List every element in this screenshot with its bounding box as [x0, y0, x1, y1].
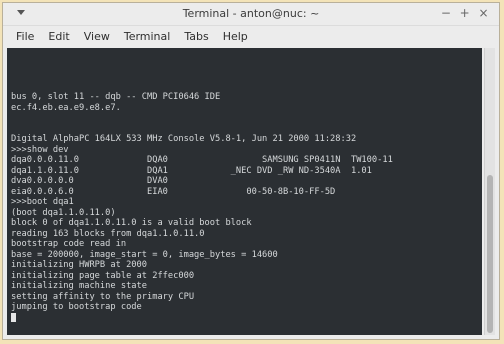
menu-tabs[interactable]: Tabs [177, 30, 215, 43]
terminal-line: ec.f4.eb.ea.e9.e8.e7. [11, 102, 121, 113]
terminal-line: Digital AlphaPC 164LX 533 MHz Console V5… [11, 134, 357, 144]
vertical-scrollbar[interactable] [484, 48, 495, 335]
terminal-line: initializing machine state [11, 281, 147, 291]
window-controls: − + × [438, 6, 491, 20]
terminal-line: initializing page table at 2ffec000 [11, 270, 195, 281]
terminal-line: dqa1.1.0.11.0 DQA1 _NEC DVD _RW ND-3540A… [11, 165, 372, 176]
terminal-line: bus 0, slot 11 -- dqb -- CMD PCI0646 IDE [11, 92, 221, 102]
menu-bar: File Edit View Terminal Tabs Help [3, 26, 499, 46]
maximize-button[interactable]: + [457, 6, 472, 20]
terminal-line: bootstrap code read in [11, 239, 127, 249]
close-button[interactable]: × [476, 6, 491, 20]
terminal-line: dqa0.0.0.11.0 DQA0 SAMSUNG SP0411N TW100… [11, 155, 393, 165]
menu-file[interactable]: File [9, 30, 41, 43]
terminal-line: base = 200000, image_start = 0, image_by… [11, 249, 278, 260]
terminal-line: (boot dqa1.1.0.11.0) [11, 207, 116, 218]
terminal-line: dva0.0.0.0.0 DVA0 [11, 176, 168, 186]
terminal-line: >>>show dev [11, 144, 69, 155]
terminal-output[interactable]: bus 0, slot 11 -- dqb -- CMD PCI0646 IDE… [7, 48, 482, 335]
terminal-line: reading 163 blocks from dqa1.1.0.11.0 [11, 228, 205, 239]
menu-edit[interactable]: Edit [41, 30, 76, 43]
title-bar[interactable]: Terminal - anton@nuc: ~ − + × [3, 3, 499, 26]
terminal-line: initializing HWRPB at 2000 [11, 260, 147, 270]
terminal-line: >>>boot dqa1 [11, 197, 74, 207]
text-cursor [11, 312, 16, 322]
terminal-line: block 0 of dqa1.1.0.11.0 is a valid boot… [11, 218, 252, 228]
menu-terminal[interactable]: Terminal [117, 30, 178, 43]
window-title: Terminal - anton@nuc: ~ [182, 7, 320, 20]
scrollbar-thumb[interactable] [487, 175, 493, 333]
menu-view[interactable]: View [77, 30, 117, 43]
prompt-line [11, 312, 482, 324]
minimize-button[interactable]: − [438, 6, 453, 20]
menu-help[interactable]: Help [216, 30, 255, 43]
terminal-line: eia0.0.0.6.0 EIA0 00-50-8B-10-FF-5D [11, 186, 336, 197]
terminal-window: Terminal - anton@nuc: ~ − + × File Edit … [3, 3, 499, 339]
terminal-line: jumping to bootstrap code [11, 302, 142, 312]
terminal-line: setting affinity to the primary CPU [11, 291, 195, 302]
